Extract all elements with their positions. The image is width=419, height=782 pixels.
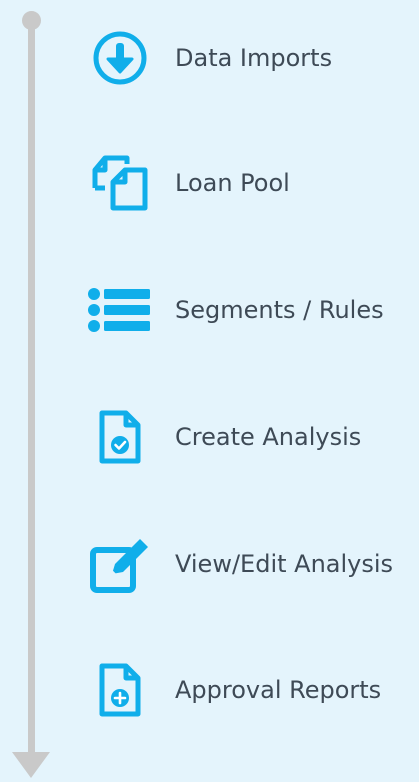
download-circle-icon (86, 28, 154, 88)
documents-icon (86, 153, 154, 213)
menu-item-view-edit-analysis[interactable]: View/Edit Analysis (86, 534, 419, 594)
menu-item-create-analysis[interactable]: Create Analysis (86, 407, 419, 467)
menu-item-data-imports[interactable]: Data Imports (86, 28, 419, 88)
edit-icon (86, 534, 154, 594)
workflow-menu: Data Imports Loan Pool Segments / Rules … (0, 0, 419, 782)
menu-item-loan-pool[interactable]: Loan Pool (86, 153, 419, 213)
menu-item-segments-rules[interactable]: Segments / Rules (86, 280, 419, 340)
menu-item-label: View/Edit Analysis (175, 550, 394, 578)
menu-item-label: Approval Reports (175, 676, 382, 704)
menu-item-label: Data Imports (175, 44, 333, 72)
menu-item-label: Segments / Rules (175, 296, 384, 324)
menu-item-label: Loan Pool (175, 169, 290, 197)
document-check-icon (86, 407, 154, 467)
list-icon (86, 280, 154, 340)
menu-item-approval-reports[interactable]: Approval Reports (86, 660, 419, 720)
menu-item-label: Create Analysis (175, 423, 362, 451)
document-plus-icon (86, 660, 154, 720)
